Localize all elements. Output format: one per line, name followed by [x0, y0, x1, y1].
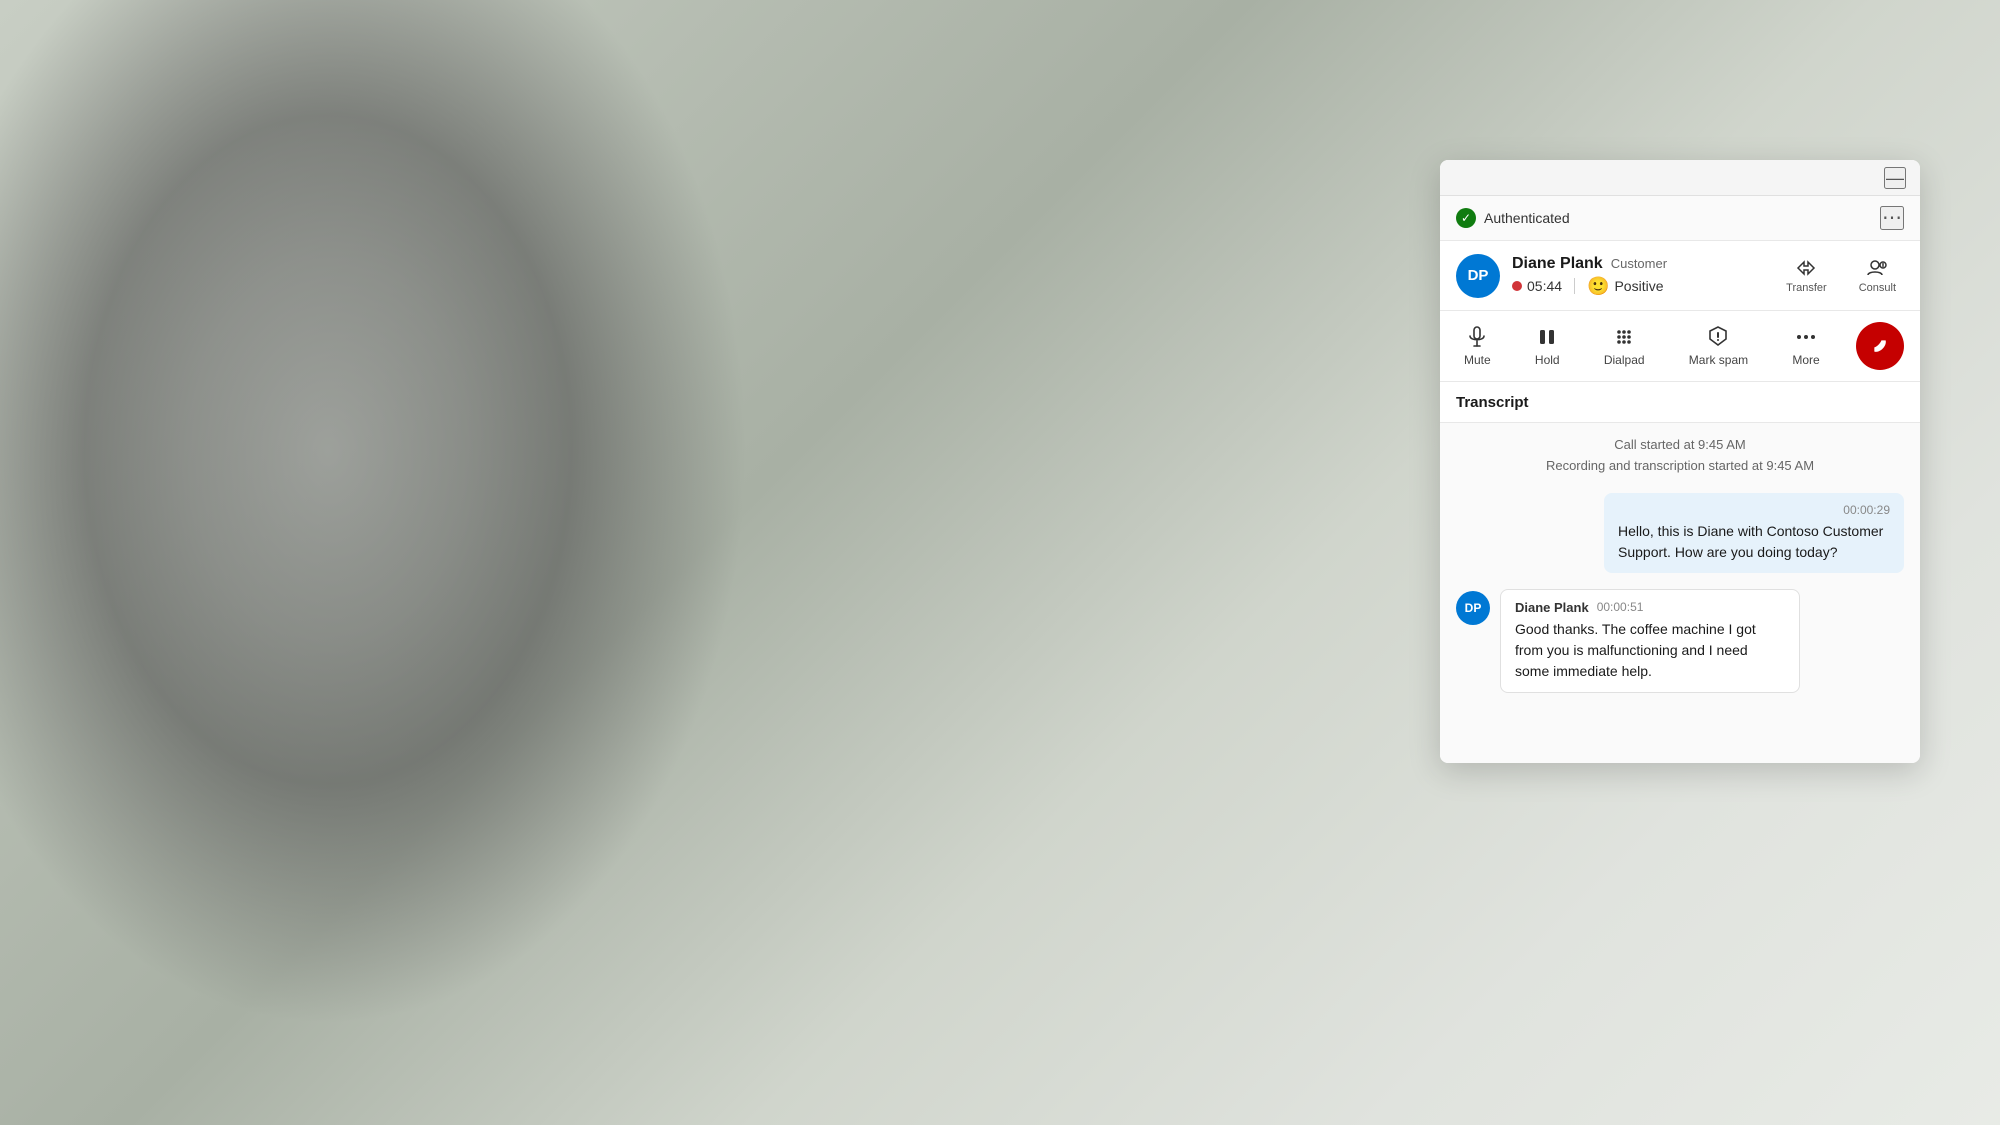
- auth-bar: ✓ Authenticated ⋯: [1440, 196, 1920, 241]
- agent-timestamp: 00:00:29: [1618, 503, 1890, 517]
- transcript-title: Transcript: [1456, 394, 1529, 411]
- contact-row: DP Diane Plank Customer 05:44 🙂 Positive: [1440, 241, 1920, 311]
- more-label: More: [1792, 353, 1819, 367]
- more-button[interactable]: More: [1784, 321, 1827, 371]
- markspam-button[interactable]: Mark spam: [1681, 321, 1756, 371]
- customer-msg-avatar: DP: [1456, 591, 1490, 625]
- consult-label: Consult: [1859, 282, 1896, 294]
- customer-message: DP Diane Plank 00:00:51 Good thanks. The…: [1456, 589, 1904, 693]
- contact-actions: Transfer Consult: [1778, 253, 1904, 298]
- divider: [1574, 278, 1575, 294]
- consult-icon: [1866, 257, 1888, 279]
- auth-text: Authenticated: [1484, 210, 1570, 226]
- timer-value: 05:44: [1527, 278, 1562, 294]
- transcript-header: Transcript: [1440, 382, 1920, 423]
- customer-msg-name: Diane Plank: [1515, 600, 1589, 615]
- markspam-label: Mark spam: [1689, 353, 1748, 367]
- agent-text: Hello, this is Diane with Contoso Custom…: [1618, 521, 1890, 563]
- mute-icon: [1465, 325, 1489, 349]
- agent-message: 00:00:29 Hello, this is Diane with Conto…: [1456, 493, 1904, 573]
- contact-name: Diane Plank: [1512, 255, 1603, 273]
- hold-label: Hold: [1535, 353, 1560, 367]
- dialpad-button[interactable]: Dialpad: [1596, 321, 1653, 371]
- markspam-icon: [1706, 325, 1730, 349]
- contact-name-row: Diane Plank Customer: [1512, 255, 1766, 273]
- hold-button[interactable]: Hold: [1527, 321, 1568, 371]
- minimize-button[interactable]: —: [1884, 167, 1906, 189]
- sentiment-icon: 🙂: [1587, 276, 1609, 297]
- more-icon: [1794, 325, 1818, 349]
- customer-msg-timestamp: 00:00:51: [1597, 600, 1644, 614]
- recording-started-text: Recording and transcription started at 9…: [1456, 456, 1904, 477]
- customer-msg-header: Diane Plank 00:00:51: [1515, 600, 1785, 615]
- panel-topbar: —: [1440, 160, 1920, 196]
- person-silhouette: [0, 0, 820, 1125]
- transfer-icon: [1795, 257, 1817, 279]
- call-controls: Mute Hold: [1440, 311, 1920, 382]
- call-started-text: Call started at 9:45 AM: [1456, 435, 1904, 456]
- end-call-button[interactable]: [1856, 322, 1904, 370]
- call-panel: — ✓ Authenticated ⋯ DP Diane Plank Custo…: [1440, 160, 1920, 763]
- dialpad-icon: [1612, 325, 1636, 349]
- sentiment-text: Positive: [1614, 278, 1663, 294]
- customer-bubble: Diane Plank 00:00:51 Good thanks. The co…: [1500, 589, 1800, 693]
- auth-more-button[interactable]: ⋯: [1880, 206, 1904, 230]
- dialpad-label: Dialpad: [1604, 353, 1645, 367]
- consult-button[interactable]: Consult: [1851, 253, 1904, 298]
- agent-bubble: 00:00:29 Hello, this is Diane with Conto…: [1604, 493, 1904, 573]
- auth-icon: ✓: [1456, 208, 1476, 228]
- call-timer: 05:44: [1512, 278, 1562, 294]
- sentiment-indicator: 🙂 Positive: [1587, 276, 1663, 297]
- transcript-body[interactable]: Call started at 9:45 AM Recording and tr…: [1440, 423, 1920, 763]
- auth-status: ✓ Authenticated: [1456, 208, 1570, 228]
- mute-button[interactable]: Mute: [1456, 321, 1499, 371]
- transfer-label: Transfer: [1786, 282, 1827, 294]
- call-info: Call started at 9:45 AM Recording and tr…: [1456, 435, 1904, 477]
- contact-avatar: DP: [1456, 254, 1500, 298]
- call-recording-dot: [1512, 281, 1522, 291]
- hold-icon: [1535, 325, 1559, 349]
- customer-text: Good thanks. The coffee machine I got fr…: [1515, 619, 1785, 682]
- transfer-button[interactable]: Transfer: [1778, 253, 1835, 298]
- contact-info: Diane Plank Customer 05:44 🙂 Positive: [1512, 255, 1766, 297]
- mute-label: Mute: [1464, 353, 1491, 367]
- contact-role: Customer: [1611, 256, 1667, 271]
- contact-sub-row: 05:44 🙂 Positive: [1512, 276, 1766, 297]
